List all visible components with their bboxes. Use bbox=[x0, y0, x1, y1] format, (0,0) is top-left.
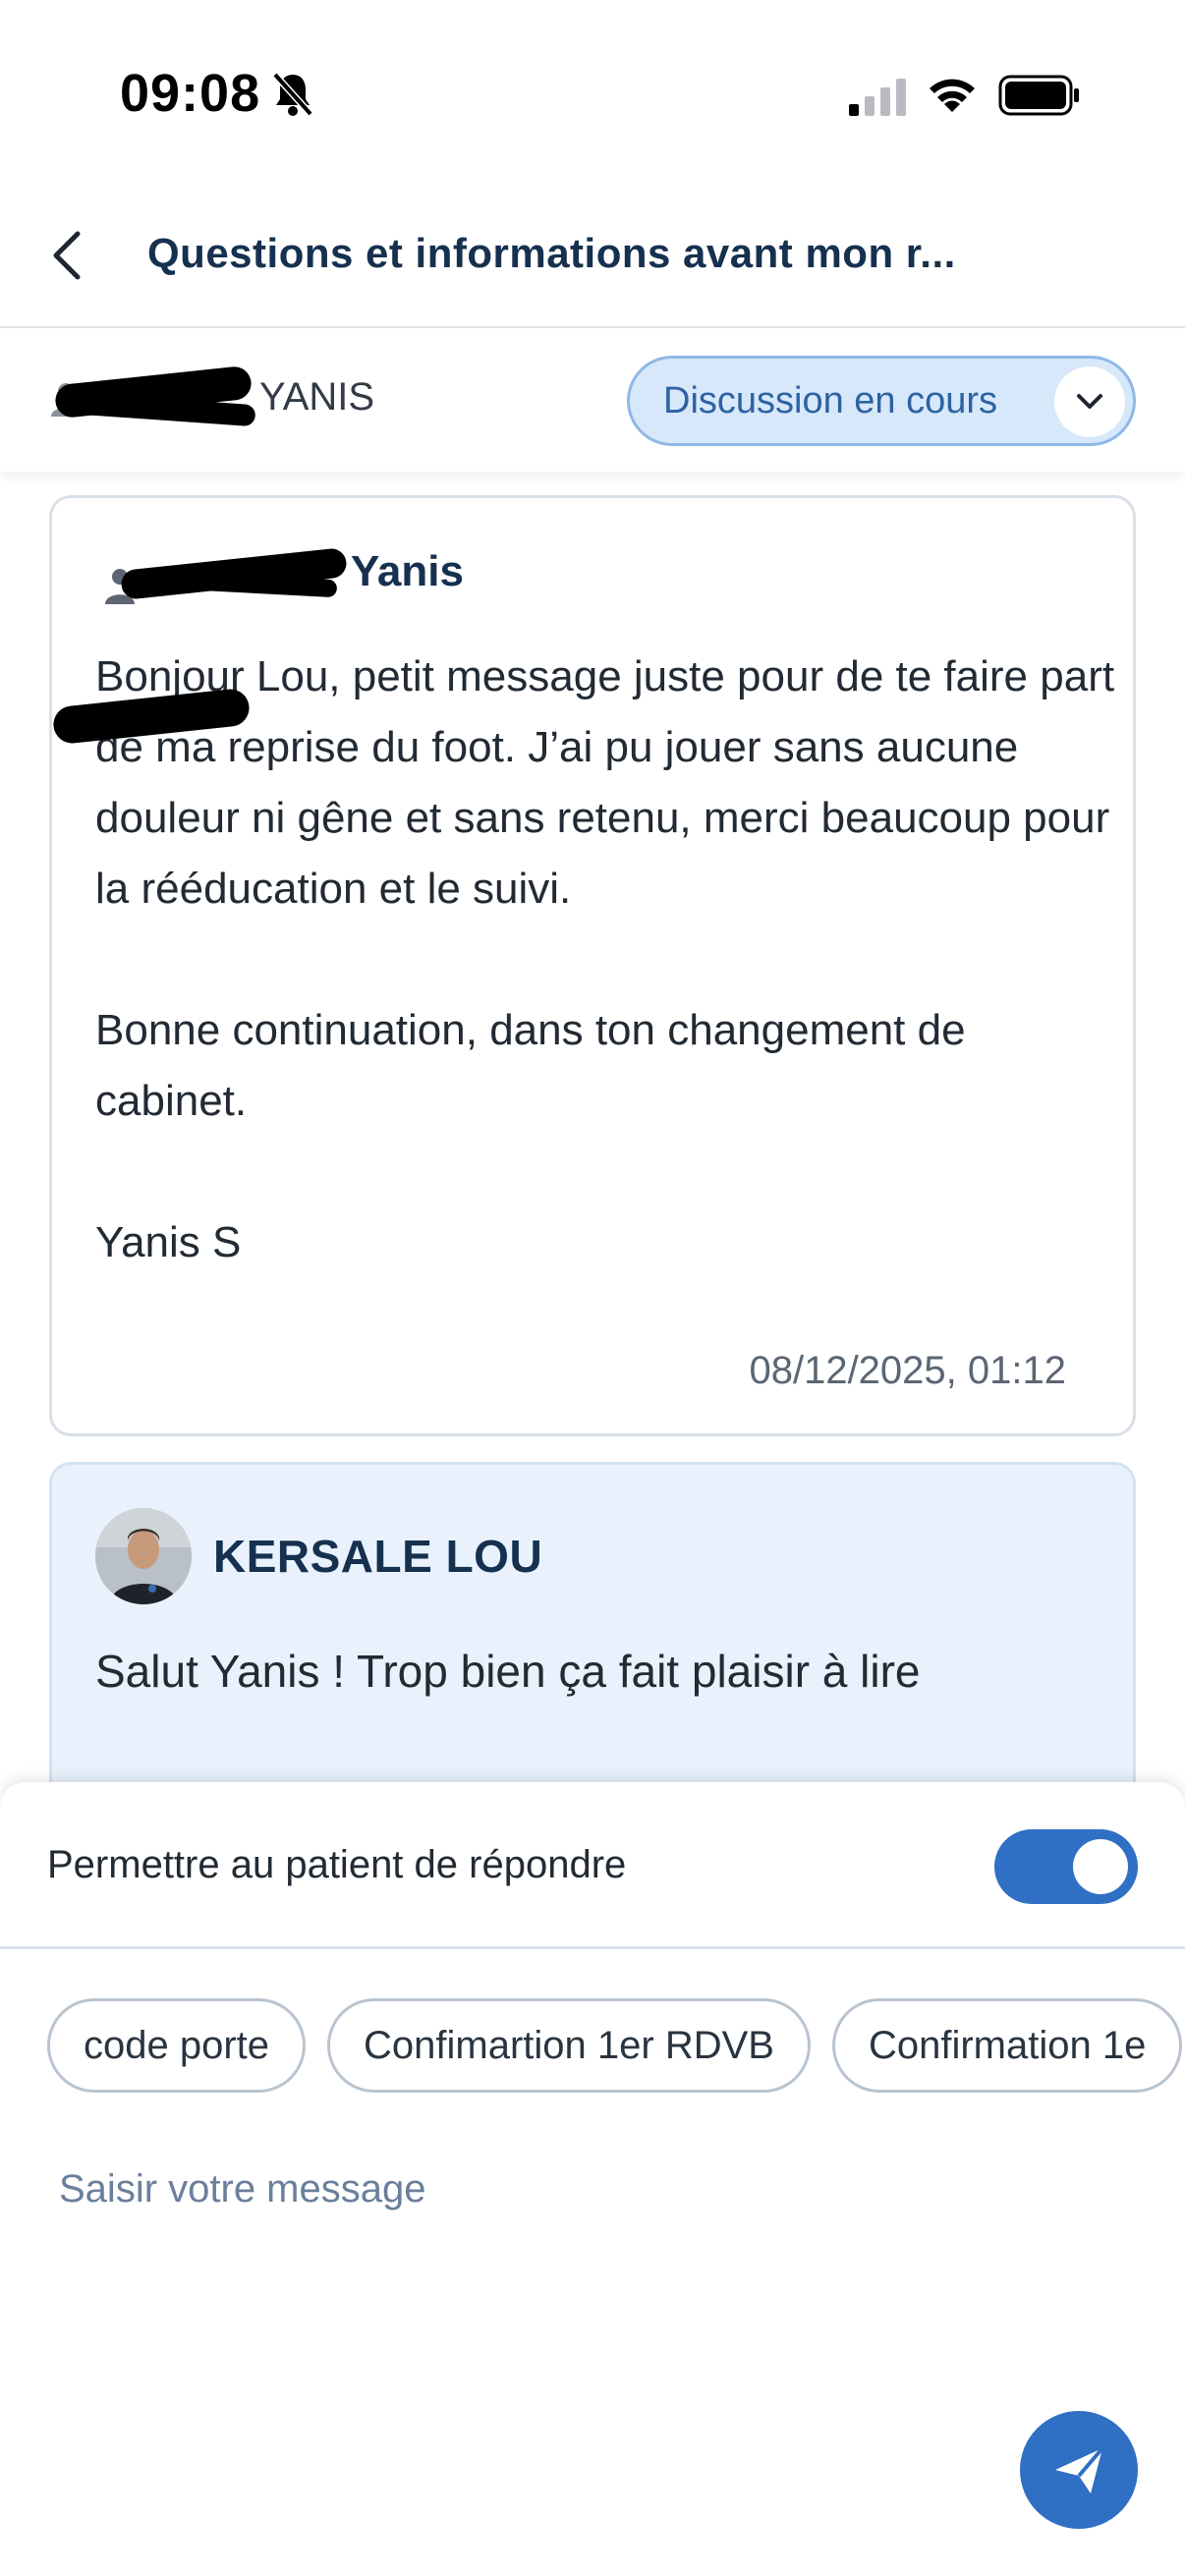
toggle-knob bbox=[1073, 1839, 1128, 1894]
back-button[interactable] bbox=[39, 216, 94, 295]
page-title: Questions et informations avant mon r... bbox=[147, 230, 956, 276]
avatar bbox=[95, 1508, 192, 1604]
chevron-left-icon bbox=[53, 231, 81, 280]
patient-name-text: YANIS bbox=[259, 375, 375, 419]
quick-reply-chip[interactable]: Confirmation 1e bbox=[831, 1998, 1183, 2093]
app-header: Questions et informations avant mon r... bbox=[0, 187, 1185, 328]
chevron-down-icon bbox=[1077, 394, 1102, 409]
wifi-icon bbox=[930, 79, 975, 112]
status-time: 09:08 bbox=[120, 64, 261, 123]
message-thread[interactable]: Yanis Bonjour Lou, petit message juste p… bbox=[0, 472, 1185, 1784]
message-input[interactable] bbox=[47, 2156, 1030, 2352]
message-timestamp: 08/12/2025, 01:12 bbox=[749, 1349, 1066, 1392]
message-sender-text: Yanis bbox=[351, 547, 464, 595]
status-dropdown-toggle[interactable] bbox=[1054, 366, 1125, 437]
message-body: Bonjour Lou, petit message juste pour de… bbox=[95, 652, 1115, 1266]
status-dropdown-label: Discussion en cours bbox=[663, 380, 998, 421]
message-card: Yanis Bonjour Lou, petit message juste p… bbox=[49, 495, 1136, 1436]
message-body: Salut Yanis ! Trop bien ça fait plaisir … bbox=[95, 1646, 921, 1697]
reply-permission-row: Permettre au patient de répondre bbox=[0, 1782, 1185, 1949]
send-icon bbox=[1055, 2446, 1104, 2493]
status-bar: 09:08 bbox=[0, 0, 1185, 187]
reply-permission-label: Permettre au patient de répondre bbox=[47, 1843, 627, 1886]
avatar-photo bbox=[95, 1508, 192, 1604]
message-card: KERSALE LOU Salut Yanis ! Trop bien ça f… bbox=[49, 1462, 1136, 1784]
quick-reply-chip[interactable]: code porte bbox=[47, 1998, 307, 2093]
message-sender: KERSALE LOU bbox=[213, 1531, 543, 1582]
battery-icon bbox=[998, 75, 1079, 116]
bell-off-icon bbox=[272, 72, 313, 117]
quick-reply-chip[interactable]: Confimartion 1er RDVB bbox=[327, 1998, 811, 2093]
send-button[interactable] bbox=[1020, 2411, 1138, 2529]
compose-panel: Permettre au patient de répondre code po… bbox=[0, 1782, 1185, 2576]
reply-permission-toggle[interactable] bbox=[994, 1829, 1138, 1904]
quick-replies: code porte Confimartion 1er RDVB Confirmat… bbox=[47, 1998, 1185, 2097]
message-sender: Yanis bbox=[160, 547, 464, 596]
signal-icon bbox=[849, 79, 906, 116]
status-dropdown[interactable]: Discussion en cours bbox=[627, 356, 1136, 446]
